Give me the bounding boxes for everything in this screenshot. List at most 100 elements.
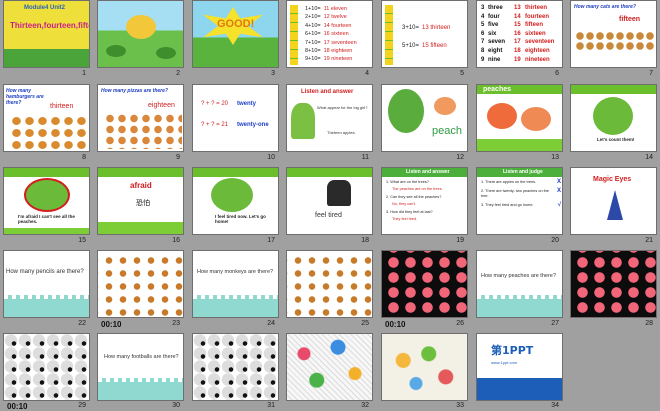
statement-text: 1. There are apples on the trees. <box>481 180 537 184</box>
slide-number: 29 <box>78 402 86 409</box>
slide-thumbnail-31[interactable] <box>192 333 279 401</box>
equation-text: 5+10= <box>402 43 420 49</box>
equation-row: 8+10= 18 eighteen <box>305 47 357 55</box>
slide-thumbnail-2[interactable] <box>97 0 184 68</box>
teal-footer <box>4 295 89 317</box>
slide-thumbnail-1[interactable]: Module4 Unit2 Thirteen,fourteen,fifteen <box>3 0 90 68</box>
slide-thumbnail-22[interactable]: How many pencils are there? <box>3 250 90 318</box>
slide-number: 12 <box>456 154 464 161</box>
number-table: 3 three 13 thirteen 4 four 14 fourteen 5 five 15 fi… <box>481 4 554 64</box>
equation-row: 4+10= 14 fourteen <box>305 22 357 30</box>
slide-thumbnail-10[interactable]: ? + ? = 20 twenty ? + ? = 21 twenty-one <box>192 84 279 152</box>
wizard-icon <box>607 190 623 220</box>
tree-icon <box>593 97 633 135</box>
equation-list: 1+10= 11 eleven 2+10= 12 twelve 4+10= 14 four… <box>305 5 357 64</box>
table-row: 8 eight 18 eighteen <box>481 47 554 56</box>
question-text: What appear for the big girl? <box>317 105 368 110</box>
slide-thumbnail-34[interactable]: 第1PPT www.1ppt.com <box>476 333 563 401</box>
slide-heading: Listen and answer <box>406 169 450 175</box>
slide-thumbnail-7[interactable]: How many cats are there? fifteen <box>570 0 657 68</box>
digit-cell: 7 <box>481 39 485 46</box>
number-word: 19 nineteen <box>323 56 353 63</box>
slide-number: 1 <box>82 70 86 77</box>
teen-digit-cell: 15 <box>514 22 521 29</box>
slide-thumbnail-24[interactable]: How many monkeys are there? <box>192 250 279 318</box>
slide-thumbnail-15[interactable]: I'm afraid I can't see all the peaches. <box>3 167 90 235</box>
slide-heading: Listen and judge <box>503 169 543 175</box>
slide-thumbnail-23[interactable] <box>97 250 184 318</box>
slide-thumbnail-25[interactable] <box>286 250 373 318</box>
teal-footer <box>193 295 278 317</box>
digit-cell: 9 <box>481 56 485 63</box>
question-line: 2. Can they see all the peaches? <box>386 194 442 199</box>
footballs-grid <box>4 334 89 400</box>
slide-thumbnail-5[interactable]: 3+10= 13 thirteen 5+10= 15 fifteen <box>381 0 468 68</box>
slide-number: 27 <box>551 320 559 327</box>
digit-cell: 8 <box>481 47 485 54</box>
question-line: 1. What are on the trees? <box>386 180 429 184</box>
answer-text: twenty-one <box>237 122 269 128</box>
slide-number: 33 <box>456 402 464 409</box>
grass-strip <box>4 49 89 67</box>
slide-thumbnail-3[interactable]: GOOD! <box>192 0 279 68</box>
lesson-title: Thirteen,fourteen,fifteen <box>10 21 89 30</box>
table-row: 4 four 14 fourteen <box>481 13 554 22</box>
number-word: 15 fifteen <box>422 43 447 49</box>
slide-thumbnail-19[interactable]: Listen and answer 1. What are on the tre… <box>381 167 468 235</box>
teen-digit-cell: 19 <box>514 56 521 63</box>
slide-thumbnail-33[interactable] <box>381 333 468 401</box>
slide-thumbnail-6[interactable]: 3 three 13 thirteen 4 four 14 fourteen 5 five 15 fi… <box>476 0 563 68</box>
number-word: 12 twelve <box>323 14 347 21</box>
slide-thumbnail-27[interactable]: How many peaches are there? <box>476 250 563 318</box>
answer-text: Thirteen apples. <box>327 130 356 135</box>
slide-thumbnail-30[interactable]: How many footballs are there? <box>97 333 184 401</box>
slide-thumbnail-8[interactable]: How many hamburgers are there? thirteen <box>3 84 90 152</box>
word-text: afraid <box>130 181 152 190</box>
answer-text: eighteen <box>148 102 175 109</box>
slide-number: 6 <box>555 70 559 77</box>
slide-thumbnail-11[interactable]: Listen and answer What appear for the bi… <box>286 84 373 152</box>
slide-thumbnail-13[interactable]: peaches <box>476 84 563 152</box>
slide-thumbnail-32[interactable] <box>286 333 373 401</box>
peach-tree-icon <box>388 89 424 133</box>
judgement-mark: X <box>556 179 561 185</box>
slide-thumbnail-20[interactable]: Listen and judge 1. There are apples on … <box>476 167 563 235</box>
tree-icon <box>24 178 70 212</box>
slide-number: 5 <box>460 70 464 77</box>
slide-thumbnail-28[interactable] <box>570 250 657 318</box>
teen-word-cell: thirteen <box>525 5 548 11</box>
table-row: 3 three 13 thirteen <box>481 4 554 13</box>
peaches-grid <box>382 251 467 317</box>
slide-number: 14 <box>645 154 653 161</box>
slide-thumbnail-16[interactable]: afraid 恐怕 <box>97 167 184 235</box>
slide-thumbnail-9[interactable]: How many pizzas are there? eighteen <box>97 84 184 152</box>
teen-digit-cell: 17 <box>514 39 521 46</box>
slide-number: 31 <box>267 402 275 409</box>
slide-number: 22 <box>78 320 86 327</box>
slide-thumbnail-17[interactable]: I feel tired now. Let's go home! <box>192 167 279 235</box>
slide-number: 34 <box>551 402 559 409</box>
slide-number: 8 <box>82 154 86 161</box>
grass-border <box>287 168 372 177</box>
slide-thumbnail-26[interactable] <box>381 250 468 318</box>
slide-number: 7 <box>649 70 653 77</box>
slide-thumbnail-4[interactable]: 1+10= 11 eleven 2+10= 12 twelve 4+10= 14 four… <box>286 0 373 68</box>
slide-thumbnail-29[interactable] <box>3 333 90 401</box>
slide-thumbnail-14[interactable]: Let's count them! <box>570 84 657 152</box>
slide-thumbnail-12[interactable]: peach <box>381 84 468 152</box>
teen-word-cell: sixteen <box>525 30 546 37</box>
grass-border <box>4 168 89 177</box>
doodle-collage <box>287 334 372 400</box>
slide-thumbnail-21[interactable]: Magic Eyes <box>570 167 657 235</box>
question-line: 3. How did they feel at last? <box>386 209 433 214</box>
slide-thumbnail-18[interactable]: feel tired <box>286 167 373 235</box>
chinese-text: 恐怕 <box>136 199 150 207</box>
slide-number: 13 <box>551 154 559 161</box>
digit-cell: 4 <box>481 13 485 20</box>
caption-text: Let's count them! <box>597 137 635 142</box>
answer-line: The peaches are on the trees. <box>392 187 443 192</box>
teen-word-cell: fifteen <box>525 22 543 29</box>
teal-footer <box>98 378 183 400</box>
equation-text: 1+10= <box>305 6 321 12</box>
grass-border <box>4 228 89 234</box>
